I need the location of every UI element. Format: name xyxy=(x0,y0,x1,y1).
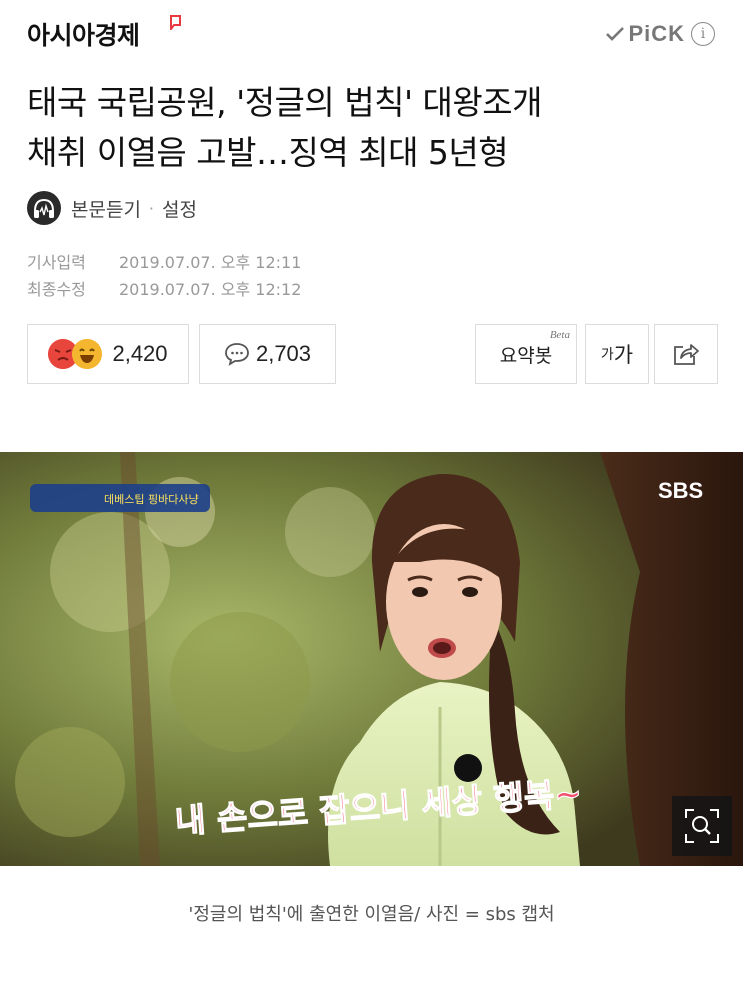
settings-button[interactable]: 설정 xyxy=(162,195,197,222)
info-icon[interactable]: i xyxy=(691,22,715,46)
modified-time: 최종수정 2019.07.07. 오후 12:12 xyxy=(27,276,301,300)
reaction-button[interactable]: 2,420 xyxy=(27,324,189,384)
comment-count: 2,703 xyxy=(255,341,312,366)
section-gap xyxy=(0,410,743,452)
reaction-count: 2,420 xyxy=(112,341,168,366)
reaction-faces xyxy=(48,337,104,371)
photo-scene: 데베스팁 핑바다사냥 SBS 내 손으로 잡으니 세상 행복~ xyxy=(0,452,743,866)
broadcaster-logo: SBS xyxy=(658,478,703,503)
laugh-face-icon xyxy=(72,339,103,369)
published-time: 기사입력 2019.07.07. 오후 12:11 xyxy=(27,249,301,273)
summary-label: 요약봇 xyxy=(499,344,553,367)
pick-label: PiCK xyxy=(628,21,685,46)
comment-icon xyxy=(225,343,249,366)
program-badge: 데베스팁 핑바다사냥 xyxy=(104,493,199,506)
summary-bot-button[interactable]: 요약봇 Beta xyxy=(475,324,577,384)
photo-caption: '정글의 법칙'에 출연한 이열음/ 사진 = sbs 캡처 xyxy=(188,904,555,925)
font-small-glyph: 가 xyxy=(600,347,614,363)
zoom-icon xyxy=(685,809,719,843)
article-title: 태국 국립공원, '정글의 법칙' 대왕조개 채취 이열음 고발…징역 최대 5… xyxy=(27,78,717,178)
brand-mark-icon xyxy=(170,15,181,30)
beta-badge: Beta xyxy=(549,329,570,341)
font-big-glyph: 가 xyxy=(613,343,634,367)
article-photo[interactable]: 데베스팁 핑바다사냥 SBS 내 손으로 잡으니 세상 행복~ xyxy=(0,452,743,866)
share-button[interactable] xyxy=(654,324,718,384)
modified-value: 2019.07.07. 오후 12:12 xyxy=(119,280,302,299)
published-key: 기사입력 xyxy=(27,253,86,272)
listen-button[interactable]: 본문듣기 xyxy=(71,195,141,222)
published-value: 2019.07.07. 오후 12:11 xyxy=(119,253,302,272)
zoom-button[interactable] xyxy=(672,796,732,856)
listen-row: 본문듣기 · 설정 xyxy=(27,191,197,225)
title-line-2: 채취 이열음 고발…징역 최대 5년형 xyxy=(27,133,509,172)
modified-key: 최종수정 xyxy=(27,280,86,299)
separator: · xyxy=(148,198,155,218)
headphone-icon[interactable] xyxy=(27,191,61,225)
comment-button[interactable]: 2,703 xyxy=(199,324,336,384)
brand-logo[interactable]: 아시아경제 xyxy=(27,16,140,52)
font-size-button[interactable]: 가가 xyxy=(585,324,649,384)
share-icon xyxy=(674,344,699,365)
top-bar: 아시아경제 PiCK i xyxy=(0,0,743,72)
pick-badge[interactable]: PiCK i xyxy=(606,21,715,47)
title-line-1: 태국 국립공원, '정글의 법칙' 대왕조개 xyxy=(27,83,543,122)
check-icon xyxy=(606,27,625,41)
